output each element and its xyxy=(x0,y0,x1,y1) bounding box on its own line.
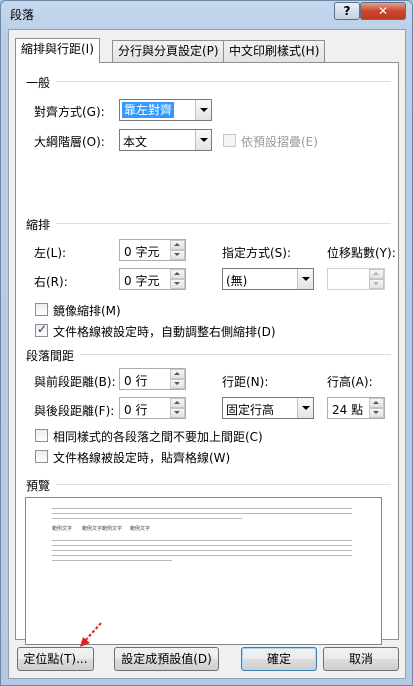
increment-icon[interactable] xyxy=(369,398,384,408)
tab-line-page-breaks[interactable]: 分行與分頁設定(P) xyxy=(112,40,225,62)
chevron-down-icon[interactable] xyxy=(297,269,313,289)
no-space-same-style-label: 相同樣式的各段落之間不要加上間距(C) xyxy=(53,430,263,444)
preview-line xyxy=(52,513,352,514)
preview-line xyxy=(52,540,352,541)
increment-icon[interactable] xyxy=(170,240,185,250)
preview-sample-2: 範例文字範例文字 xyxy=(82,526,123,532)
preview-line xyxy=(52,550,352,551)
window-title: 段落 xyxy=(10,8,35,22)
indent-by-stepper[interactable] xyxy=(327,268,385,290)
line-height-label: 行高(A): xyxy=(327,375,373,389)
dialog-body: 縮排與行距(I) 分行與分頁設定(P) 中文印刷樣式(H) 一般 對齊方式(G)… xyxy=(8,29,406,679)
checkmark-icon: ✓ xyxy=(37,322,48,336)
indent-left-stepper[interactable]: 0 字元 xyxy=(119,239,186,261)
tabs-button[interactable]: 定位點(T)... xyxy=(17,647,94,671)
outline-level-label: 大綱階層(O): xyxy=(34,135,105,149)
special-indent-value: (無) xyxy=(226,274,248,288)
indent-right-value: 0 字元 xyxy=(124,274,160,288)
preview-sample-3: 範例文字 xyxy=(130,526,151,532)
preview-line xyxy=(52,518,242,519)
divider xyxy=(56,484,391,485)
spacing-before-stepper[interactable]: 0 行 xyxy=(119,368,186,390)
spacing-before-value: 0 行 xyxy=(124,374,148,388)
line-height-value: 24 點 xyxy=(332,403,364,417)
decrement-icon[interactable] xyxy=(369,408,384,418)
title-bar[interactable]: 段落 ? ✕ xyxy=(1,1,412,27)
chevron-down-icon[interactable] xyxy=(297,398,313,418)
mirror-indents-checkbox[interactable] xyxy=(35,303,48,316)
paragraph-dialog: 段落 ? ✕ 縮排與行距(I) 分行與分頁設定(P) 中文印刷樣式(H) 一般 … xyxy=(0,0,413,686)
increment-icon[interactable] xyxy=(170,398,185,408)
tab-asian-typography[interactable]: 中文印刷樣式(H) xyxy=(223,40,326,62)
decrement-icon[interactable] xyxy=(170,379,185,389)
indent-left-label: 左(L): xyxy=(34,246,67,260)
decrement-icon[interactable] xyxy=(170,408,185,418)
spacing-after-stepper[interactable]: 0 行 xyxy=(119,397,186,419)
preview-section-title: 預覽 xyxy=(26,479,51,493)
decrement-icon[interactable] xyxy=(170,279,185,289)
special-indent-select[interactable]: (無) xyxy=(222,268,314,290)
alignment-value: 靠左對齊 xyxy=(122,102,175,118)
snap-to-grid-label: 文件格線被設定時，貼齊格線(W) xyxy=(53,451,231,465)
close-button[interactable]: ✕ xyxy=(360,2,406,20)
auto-adjust-indent-checkbox[interactable]: ✓ xyxy=(35,322,48,337)
preview-line xyxy=(52,508,352,509)
alignment-select[interactable]: 靠左對齊 xyxy=(119,99,212,121)
chevron-down-icon[interactable] xyxy=(195,130,211,150)
increment-icon[interactable] xyxy=(369,269,384,279)
spacing-after-label: 與後段距離(F): xyxy=(34,404,115,418)
general-section-title: 一般 xyxy=(26,76,51,90)
indent-by-label: 位移點數(Y): xyxy=(327,246,396,260)
indent-left-value: 0 字元 xyxy=(124,245,160,259)
decrement-icon[interactable] xyxy=(170,250,185,260)
spacing-before-label: 與前段距離(B): xyxy=(34,375,116,389)
divider xyxy=(56,81,391,82)
snap-to-grid-checkbox[interactable] xyxy=(35,450,48,463)
decrement-icon[interactable] xyxy=(369,279,384,289)
preview-line xyxy=(52,545,352,546)
tab-indents-spacing[interactable]: 縮排與行距(I) xyxy=(15,38,100,63)
indent-right-stepper[interactable]: 0 字元 xyxy=(119,268,186,290)
preview-sample-1: 範例文字 xyxy=(52,526,73,532)
collapse-default-label: 依預設摺疊(E) xyxy=(241,135,318,149)
ok-button[interactable]: 確定 xyxy=(241,647,317,671)
special-indent-label: 指定方式(S): xyxy=(222,246,292,260)
outline-level-value: 本文 xyxy=(123,135,148,149)
outline-level-select[interactable]: 本文 xyxy=(119,129,212,151)
chevron-down-icon[interactable] xyxy=(195,100,211,120)
annotation-arrow-icon xyxy=(80,622,102,647)
mirror-indents-label: 鏡像縮排(M) xyxy=(53,304,121,318)
preview-line xyxy=(52,555,352,556)
spacing-section-title: 段落間距 xyxy=(26,349,75,363)
indent-right-label: 右(R): xyxy=(34,275,68,289)
set-default-button[interactable]: 設定成預設值(D) xyxy=(114,647,219,671)
increment-icon[interactable] xyxy=(170,369,185,379)
no-space-same-style-checkbox[interactable] xyxy=(35,429,48,442)
indent-section-title: 縮排 xyxy=(26,218,51,232)
line-spacing-label: 行距(N): xyxy=(222,375,269,389)
spacing-after-value: 0 行 xyxy=(124,403,148,417)
help-button[interactable]: ? xyxy=(334,2,360,20)
alignment-label: 對齊方式(G): xyxy=(34,105,105,119)
cancel-button[interactable]: 取消 xyxy=(323,647,399,671)
line-spacing-value: 固定行高 xyxy=(226,403,275,417)
increment-icon[interactable] xyxy=(170,269,185,279)
line-spacing-select[interactable]: 固定行高 xyxy=(222,397,314,419)
collapse-default-checkbox[interactable] xyxy=(223,134,236,147)
preview-line xyxy=(52,560,172,561)
divider xyxy=(56,223,391,224)
auto-adjust-indent-label: 文件格線被設定時，自動調整右側縮排(D) xyxy=(53,325,276,339)
line-height-stepper[interactable]: 24 點 xyxy=(327,397,385,419)
tab-panel: 一般 對齊方式(G): 靠左對齊 大綱階層(O): 本文 依預設摺疊(E) 縮排… xyxy=(15,62,399,645)
divider xyxy=(80,354,391,355)
